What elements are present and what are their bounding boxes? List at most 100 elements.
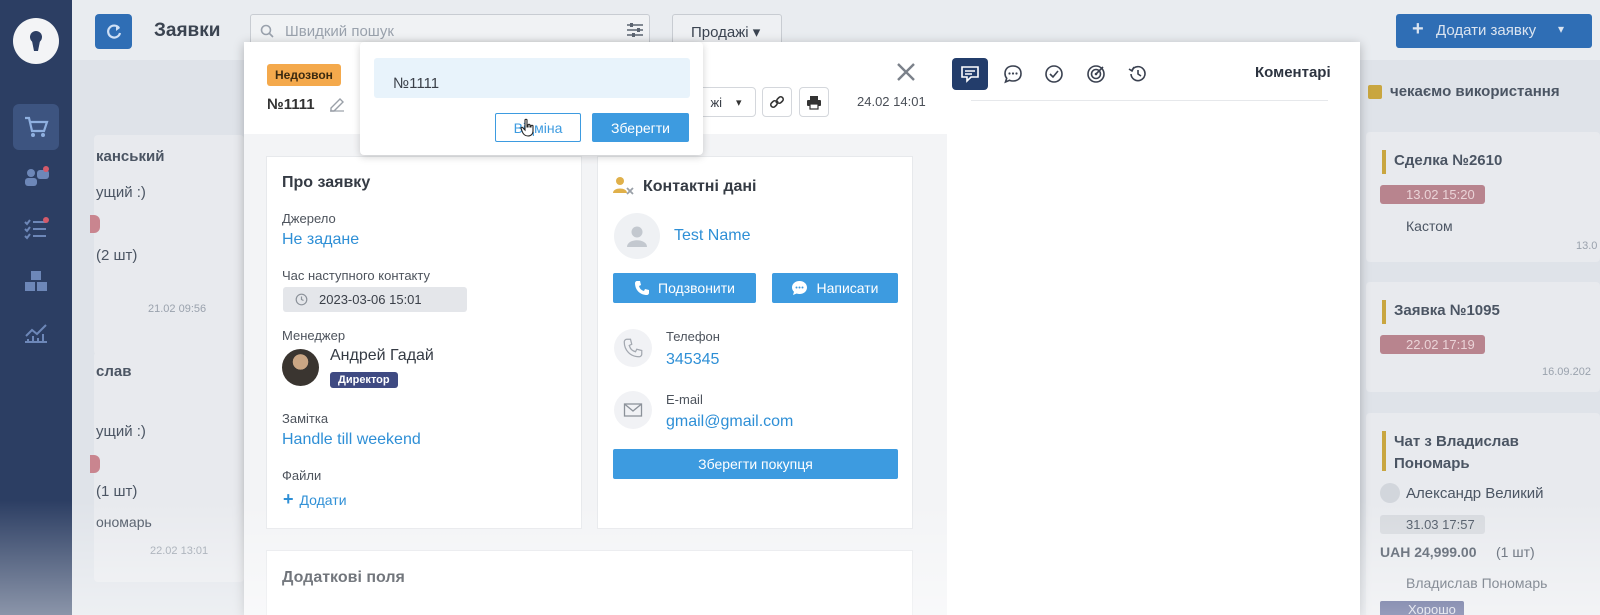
search-icon — [260, 24, 274, 38]
write-button[interactable]: Написати — [772, 273, 898, 303]
background-column-right: чекаємо використання Сделка №2610 13.02 … — [1366, 70, 1600, 615]
avatar — [282, 349, 319, 386]
status-badge[interactable]: Недозвон — [267, 64, 341, 86]
list-item-extra: (1 шт) — [96, 483, 138, 500]
user-icon — [627, 226, 647, 247]
background-column-left: канський ущий :) (2 шт) 21.02 09:56 слав… — [90, 110, 246, 610]
cancel-button[interactable]: Відміна — [495, 113, 581, 142]
refresh-icon — [106, 23, 121, 39]
copy-link-button[interactable] — [762, 87, 792, 117]
tab-history[interactable] — [1120, 58, 1156, 90]
sidebar-item-chat[interactable] — [13, 154, 59, 200]
next-contact-field[interactable]: 2023-03-06 15:01 — [283, 287, 467, 312]
card-date-badge: 22.02 17:19 — [1380, 335, 1485, 354]
card-stamp: 13.0 — [1576, 240, 1598, 252]
clock-icon — [295, 293, 308, 306]
avatar — [1380, 483, 1400, 503]
pipeline-select-label: Продажі — [691, 24, 749, 41]
sidebar-item-tasks[interactable] — [13, 206, 59, 252]
boxes-icon — [25, 271, 47, 291]
add-file-label: Додати — [299, 492, 347, 508]
filter-settings-icon[interactable] — [626, 22, 644, 38]
save-button[interactable]: Зберегти — [592, 113, 689, 142]
card-title: Заявка №1095 — [1394, 302, 1500, 319]
deal-card[interactable]: Сделка №2610 13.02 15:20 Кастом 13.0 — [1366, 132, 1600, 262]
chevron-down-icon[interactable]: ▾ — [1558, 22, 1564, 36]
list-item-title: канський — [96, 148, 165, 165]
plus-icon: + — [1412, 18, 1424, 40]
contact-name[interactable]: Test Name — [674, 227, 750, 245]
comments-title: Коментарі — [1255, 64, 1331, 81]
sidebar-item-products[interactable] — [13, 258, 59, 304]
write-button-label: Написати — [816, 280, 879, 296]
channel-select[interactable]: жі ▾ — [696, 87, 756, 117]
user-remove-icon — [613, 177, 634, 195]
close-icon[interactable] — [894, 60, 918, 84]
save-buyer-button[interactable]: Зберегти покупця — [613, 449, 898, 479]
cart-icon — [25, 116, 49, 137]
column-color-marker — [1368, 85, 1382, 99]
message-icon — [792, 281, 808, 295]
order-number: №1111 — [267, 96, 315, 113]
card-date: 22.02 17:19 — [1380, 335, 1485, 354]
print-icon — [807, 96, 821, 110]
sidebar — [0, 0, 72, 615]
tab-tasks[interactable] — [1036, 58, 1072, 90]
note-label: Замітка — [282, 411, 329, 426]
card-stamp: 16.09.202 — [1542, 366, 1591, 378]
status-marker — [90, 215, 100, 233]
email-value[interactable]: gmail@gmail.com — [666, 413, 793, 431]
card-date: 31.03 17:57 — [1380, 515, 1485, 534]
source-value[interactable]: Не задане — [282, 231, 359, 249]
about-panel: Про заявку Джерело Не задане Час наступн… — [266, 156, 582, 529]
card-title: Сделка №2610 — [1394, 152, 1503, 169]
phone-value[interactable]: 345345 — [666, 351, 719, 369]
refresh-button[interactable] — [95, 14, 132, 49]
print-button[interactable] — [799, 87, 829, 117]
contact-title: Контактні дані — [643, 178, 757, 195]
tab-comments[interactable] — [952, 58, 988, 90]
order-modal: Недозвон №1111 жі ▾ 24.02 14:01 Про заявк… — [244, 42, 1360, 615]
keyhole-icon — [30, 31, 42, 51]
list-item[interactable] — [94, 135, 244, 355]
edit-icon[interactable] — [328, 94, 346, 112]
check-circle-icon — [1045, 65, 1063, 83]
call-button[interactable]: Подзвонити — [613, 273, 756, 303]
contact-avatar — [614, 213, 660, 259]
plus-icon: + — [283, 489, 294, 509]
add-order-label: Додати заявку — [1436, 22, 1537, 39]
list-item-date: 22.02 13:01 — [150, 545, 209, 557]
list-item-sub: ущий :) — [96, 423, 146, 440]
comment-icon — [961, 66, 979, 83]
manager-name[interactable]: Андрей Гадай — [330, 347, 434, 365]
order-name-input[interactable] — [374, 58, 690, 98]
logo[interactable] — [13, 18, 59, 64]
source-label: Джерело — [282, 211, 336, 226]
sidebar-item-orders[interactable] — [13, 104, 59, 150]
about-title: Про заявку — [282, 174, 371, 191]
status-marker — [90, 455, 100, 473]
next-contact-label: Час наступного контакту — [282, 268, 430, 283]
card-manager: Владислав Пономарь — [1406, 575, 1548, 591]
target-icon — [1087, 65, 1105, 83]
add-file-button[interactable]: + Додати — [283, 489, 347, 510]
order-date: 24.02 14:01 — [857, 94, 926, 109]
card-status: Хорошо — [1380, 601, 1464, 615]
manager-label: Менеджер — [282, 328, 346, 343]
card-date: 13.02 15:20 — [1380, 185, 1485, 204]
card-accent — [1382, 150, 1386, 174]
list-item-extra: (2 шт) — [96, 247, 138, 264]
tab-goals[interactable] — [1078, 58, 1114, 90]
list-item-title: слав — [96, 363, 132, 380]
sidebar-item-analytics[interactable] — [13, 310, 59, 356]
note-value[interactable]: Handle till weekend — [282, 431, 421, 449]
list-item-name: ономарь — [96, 514, 152, 530]
card-accent — [1382, 300, 1386, 324]
list-item-date: 21.02 09:56 — [148, 303, 207, 315]
deal-card[interactable]: Чат з Владислав Пономарь Александр Велик… — [1366, 413, 1600, 615]
save-buyer-label: Зберегти покупця — [698, 456, 813, 472]
phone-icon — [623, 338, 643, 358]
tab-chat[interactable] — [995, 58, 1031, 90]
deal-card[interactable]: Заявка №1095 22.02 17:19 16.09.202 — [1366, 282, 1600, 392]
extra-fields-title: Додаткові поля — [282, 569, 405, 586]
